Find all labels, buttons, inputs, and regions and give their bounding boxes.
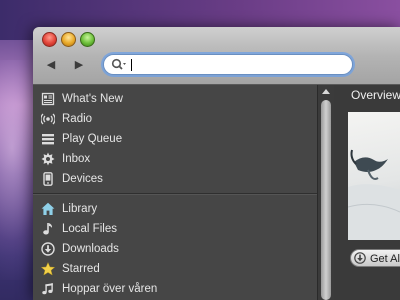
sidebar-item-devices[interactable]: Devices <box>33 169 317 189</box>
sidebar-scrollbar[interactable] <box>317 85 334 300</box>
sidebar-item-label: Play Queue <box>62 133 123 145</box>
minimize-window-button[interactable] <box>61 32 76 47</box>
sidebar-item-label: Starred <box>62 263 100 275</box>
sidebar-item-library[interactable]: Library <box>33 199 317 219</box>
back-arrow-icon: ◀ <box>46 59 56 71</box>
sidebar-item-radio[interactable]: Radio <box>33 109 317 129</box>
text-caret <box>131 59 132 71</box>
play-queue-icon <box>42 134 54 145</box>
back-button[interactable]: ◀ <box>43 58 59 72</box>
zoom-window-button[interactable] <box>80 32 95 47</box>
app-window: ◀ ▶ What's New Radio Play Queue Inbox De… <box>33 27 400 300</box>
main-content: Overview Get All <box>334 85 400 300</box>
scroll-thumb[interactable] <box>321 100 331 300</box>
sidebar-item-label: Downloads <box>62 243 119 255</box>
titlebar: ◀ ▶ <box>33 27 400 85</box>
library-icon <box>41 202 55 215</box>
radio-icon <box>41 113 55 125</box>
sidebar-item-label: Radio <box>62 113 93 125</box>
music-note-icon <box>42 283 53 295</box>
forward-arrow-icon: ▶ <box>74 59 84 71</box>
forward-button[interactable]: ▶ <box>71 58 87 72</box>
sidebar-item-downloads[interactable]: Downloads <box>33 239 317 259</box>
get-all-label: Get All <box>370 253 400 265</box>
download-icon <box>354 252 366 264</box>
sidebar: What's New Radio Play Queue Inbox Device… <box>33 85 317 300</box>
sidebar-item-whats-new[interactable]: What's New <box>33 89 317 109</box>
section-title: Overview <box>351 88 400 102</box>
sidebar-item-label: What's New <box>62 93 123 105</box>
search-input[interactable] <box>131 57 341 72</box>
star-icon <box>41 262 55 276</box>
album-cover-image[interactable] <box>347 112 400 240</box>
inbox-icon <box>41 152 55 166</box>
sidebar-item-playlist[interactable]: Hoppar över våren <box>33 279 317 299</box>
sidebar-item-play-queue[interactable]: Play Queue <box>33 129 317 149</box>
devices-icon <box>43 172 53 186</box>
search-icon <box>111 58 126 70</box>
sidebar-item-label: Local Files <box>62 223 117 235</box>
whats-new-icon <box>41 92 55 106</box>
sidebar-item-label: Hoppar över våren <box>62 283 158 295</box>
sidebar-item-label: Inbox <box>62 153 91 165</box>
downloads-icon <box>41 242 55 256</box>
sidebar-item-inbox[interactable]: Inbox <box>33 149 317 169</box>
bird-image <box>347 149 400 240</box>
sidebar-divider <box>33 193 317 195</box>
sidebar-item-label: Library <box>62 203 98 215</box>
scroll-up-arrow-icon[interactable] <box>322 89 330 94</box>
search-field[interactable] <box>103 54 353 75</box>
get-all-button[interactable]: Get All <box>350 249 400 267</box>
local-files-icon <box>43 223 53 235</box>
sidebar-item-label: Devices <box>62 173 103 185</box>
close-window-button[interactable] <box>42 32 57 47</box>
sidebar-item-local-files[interactable]: Local Files <box>33 219 317 239</box>
sidebar-item-starred[interactable]: Starred <box>33 259 317 279</box>
